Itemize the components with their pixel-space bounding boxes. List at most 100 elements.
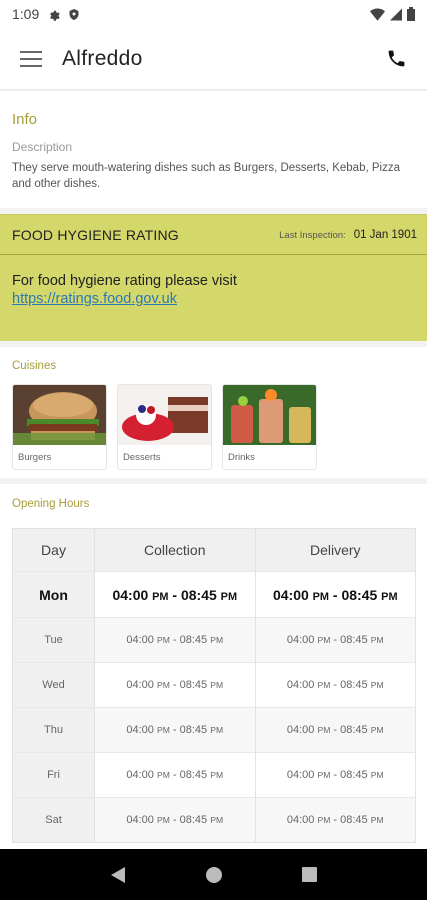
- collection-cell: 04:00 PM - 08:45 PM: [94, 617, 256, 663]
- am-pm-label: PM: [210, 770, 224, 780]
- cuisine-card-drinks[interactable]: Drinks: [222, 384, 317, 470]
- am-pm-label: PM: [220, 590, 238, 603]
- cuisine-name: Desserts: [123, 452, 161, 463]
- am-pm-label: PM: [317, 635, 331, 645]
- time-separator: -: [330, 724, 341, 736]
- time-end: 08:45: [340, 679, 368, 691]
- phone-icon[interactable]: [386, 48, 407, 69]
- last-inspection-label: Last Inspection:: [279, 229, 346, 241]
- menu-icon[interactable]: [20, 50, 42, 67]
- time-start: 04:00: [286, 769, 315, 781]
- time-separator: -: [330, 679, 341, 691]
- time-end: 08:45: [179, 679, 208, 691]
- last-inspection-date: 01 Jan 1901: [353, 228, 417, 241]
- delivery-cell: 04:00 PM - 08:45 PM: [255, 617, 416, 663]
- description-text: They serve mouth-watering dishes such as…: [12, 162, 400, 190]
- collection-cell: 04:00 PM - 08:45 PM: [94, 662, 256, 708]
- am-pm-label: PM: [156, 680, 170, 690]
- cellular-icon: [390, 8, 402, 20]
- collection-cell: 04:00 PM - 08:45 PM: [94, 707, 256, 753]
- collection-cell: 04:00 PM - 08:45 PM: [94, 797, 256, 843]
- am-pm-label: PM: [312, 590, 330, 603]
- opening-hours-row: Thu 04:00 PM - 08:45 PM 04:00 PM - 08:45 P…: [12, 707, 416, 753]
- time-start: 04:00: [286, 814, 315, 826]
- info-heading: Info: [12, 111, 38, 128]
- time-separator: -: [169, 769, 180, 781]
- cuisine-name: Drinks: [228, 452, 255, 463]
- cuisines-heading: Cuisines: [12, 360, 57, 372]
- recents-icon[interactable]: [301, 866, 318, 883]
- back-icon[interactable]: [109, 866, 127, 884]
- day-cell: Fri: [12, 752, 95, 798]
- time-separator: -: [330, 769, 341, 781]
- dessert-photo: [118, 385, 211, 445]
- time-start: 04:00: [126, 769, 154, 781]
- column-header-day: Day: [12, 528, 95, 572]
- day-cell: Mon: [12, 571, 95, 618]
- time-start: 04:00: [126, 679, 154, 691]
- cuisine-name: Burgers: [18, 452, 52, 463]
- opening-hours-row: Fri 04:00 PM - 08:45 PM 04:00 PM - 08:45 P…: [12, 752, 416, 798]
- am-pm-label: PM: [156, 635, 170, 645]
- cuisine-list: Burgers Desserts Drinks: [12, 384, 415, 470]
- food-hygiene-body: For food hygiene rating please visit htt…: [0, 255, 427, 341]
- am-pm-label: PM: [156, 770, 170, 780]
- cuisine-card-burgers[interactable]: Burgers: [12, 384, 107, 470]
- am-pm-label: PM: [210, 815, 224, 825]
- time-end: 08:45: [340, 769, 368, 781]
- restaurant-title: Alfreddo: [62, 46, 143, 70]
- settings-gear-icon: [50, 10, 60, 21]
- delivery-cell: 04:00 PM - 08:45 PM: [255, 707, 416, 753]
- column-header-delivery: Delivery: [255, 528, 416, 572]
- time-separator: -: [329, 586, 342, 603]
- description-label: Description: [12, 140, 73, 154]
- day-cell: Wed: [12, 662, 95, 708]
- time-start: 04:00: [112, 586, 149, 603]
- time-end: 08:45: [179, 769, 208, 781]
- opening-hours-row: Sat 04:00 PM - 08:45 PM 04:00 PM - 08:45 P…: [12, 797, 416, 843]
- time-start: 04:00: [286, 679, 315, 691]
- drinks-photo: [223, 385, 316, 445]
- am-pm-label: PM: [317, 770, 331, 780]
- delivery-cell: 04:00 PM - 08:45 PM: [255, 752, 416, 798]
- shield-icon: [69, 8, 79, 20]
- opening-hours-table: Day Collection Delivery Mon 04:00 PM - 08…: [12, 528, 416, 843]
- home-icon[interactable]: [205, 866, 223, 884]
- am-pm-label: PM: [317, 680, 331, 690]
- delivery-cell: 04:00 PM - 08:45 PM: [255, 662, 416, 708]
- food-hygiene-title: FOOD HYGIENE RATING: [12, 226, 179, 243]
- burger-photo: [13, 385, 106, 445]
- time-end: 08:45: [179, 814, 208, 826]
- am-pm-label: PM: [210, 680, 224, 690]
- time-end: 08:45: [341, 586, 378, 603]
- time-end: 08:45: [180, 586, 217, 603]
- am-pm-label: PM: [210, 725, 224, 735]
- navigation-bar: [0, 849, 427, 900]
- delivery-cell: 04:00 PM - 08:45 PM: [255, 797, 416, 843]
- column-header-collection: Collection: [94, 528, 256, 572]
- food-hygiene-link[interactable]: https://ratings.food.gov.uk: [12, 291, 177, 307]
- time-end: 08:45: [340, 814, 368, 826]
- am-pm-label: PM: [317, 725, 331, 735]
- time-separator: -: [168, 586, 181, 603]
- battery-icon: [407, 7, 415, 21]
- food-hygiene-text: For food hygiene rating please visit: [12, 273, 237, 289]
- opening-hours-section: Opening Hours Day Collection Delivery Mo…: [0, 484, 427, 849]
- am-pm-label: PM: [370, 635, 384, 645]
- time-start: 04:00: [126, 814, 154, 826]
- am-pm-label: PM: [152, 590, 169, 603]
- am-pm-label: PM: [370, 680, 384, 690]
- content-scroll[interactable]: Info Description They serve mouth-wateri…: [0, 91, 427, 849]
- time-start: 04:00: [286, 724, 315, 736]
- cuisine-card-desserts[interactable]: Desserts: [117, 384, 212, 470]
- time-start: 04:00: [126, 634, 154, 646]
- opening-hours-heading: Opening Hours: [12, 498, 90, 510]
- collection-cell: 04:00 PM - 08:45 PM: [94, 571, 256, 618]
- time-separator: -: [169, 814, 180, 826]
- time-start: 04:00: [272, 586, 309, 603]
- wifi-icon: [370, 8, 385, 21]
- am-pm-label: PM: [370, 725, 384, 735]
- day-cell: Sat: [12, 797, 95, 843]
- am-pm-label: PM: [156, 815, 170, 825]
- time-end: 08:45: [179, 634, 208, 646]
